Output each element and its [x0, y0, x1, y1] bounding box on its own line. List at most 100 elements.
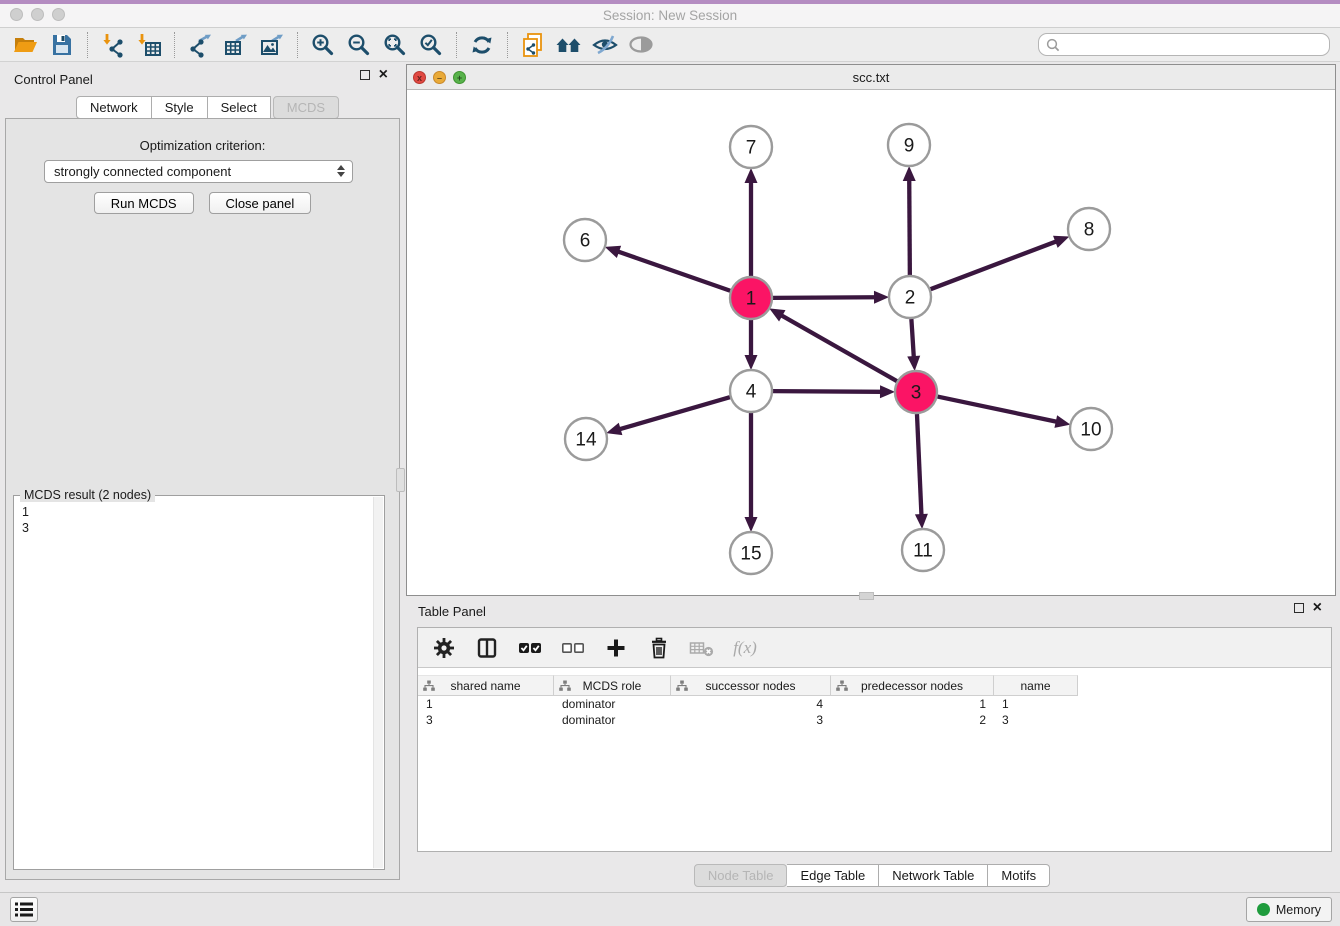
- control-panel-title: Control Panel: [14, 72, 93, 87]
- checked-boxes-icon: [518, 637, 542, 659]
- zoom-fit-button[interactable]: [377, 30, 413, 60]
- table-tab-node-table[interactable]: Node Table: [694, 864, 788, 887]
- import-network-button[interactable]: [95, 30, 131, 60]
- search-box: [1038, 33, 1330, 56]
- graph-edge-3-11[interactable]: [917, 414, 921, 515]
- column-settings-gear-button[interactable]: [430, 634, 458, 662]
- close-table-panel-icon[interactable]: ×: [1313, 603, 1322, 613]
- task-history-button[interactable]: [10, 897, 38, 922]
- table-header-row: shared nameMCDS rolesuccessor nodesprede…: [418, 675, 1078, 696]
- show-columns-button[interactable]: [473, 634, 501, 662]
- tab-network[interactable]: Network: [76, 96, 152, 119]
- zoom-in-icon: [310, 32, 336, 58]
- table-tab-motifs[interactable]: Motifs: [988, 864, 1050, 887]
- table-cell[interactable]: 3: [994, 712, 1078, 728]
- deselect-all-rows-button[interactable]: [559, 634, 587, 662]
- clone-network-button[interactable]: [515, 30, 551, 60]
- criterion-value: strongly connected component: [54, 164, 231, 179]
- column-header-name[interactable]: name: [994, 675, 1078, 696]
- application-window: Session: New Session: [0, 0, 1340, 926]
- home-layout-button[interactable]: [551, 30, 587, 60]
- table-cell[interactable]: 4: [671, 696, 831, 712]
- show-graphics-details-button[interactable]: [623, 30, 659, 60]
- table-cell[interactable]: 1: [994, 696, 1078, 712]
- refresh-icon: [469, 32, 495, 58]
- graph-edge-4-14[interactable]: [620, 397, 730, 429]
- table-tab-edge-table[interactable]: Edge Table: [787, 864, 879, 887]
- mcds-result-title: MCDS result (2 nodes): [20, 488, 155, 502]
- vertical-splitter-handle[interactable]: [396, 468, 405, 492]
- attribute-tree-icon: [423, 680, 435, 692]
- run-mcds-button[interactable]: Run MCDS: [94, 192, 194, 214]
- zoom-out-button[interactable]: [341, 30, 377, 60]
- table-cell[interactable]: dominator: [554, 696, 671, 712]
- graph-edge-2-3[interactable]: [911, 319, 913, 357]
- result-scrollbar[interactable]: [373, 497, 383, 868]
- mcds-result-line: 1: [22, 504, 376, 520]
- column-header-predecessor-nodes[interactable]: predecessor nodes: [831, 675, 994, 696]
- table-row[interactable]: 1dominator411: [418, 696, 1078, 712]
- export-image-icon: [259, 32, 285, 58]
- network-window: x – + scc.txt 1234678910111415: [406, 64, 1336, 596]
- memory-button[interactable]: Memory: [1246, 897, 1332, 922]
- toolbar-separator: [87, 32, 88, 58]
- window-titlebar: Session: New Session: [0, 4, 1340, 28]
- graph-edge-1-6[interactable]: [618, 252, 730, 291]
- add-row-button[interactable]: [602, 634, 630, 662]
- column-header-mcds-role[interactable]: MCDS role: [554, 675, 671, 696]
- float-table-panel-icon[interactable]: [1294, 603, 1304, 613]
- column-header-shared-name[interactable]: shared name: [418, 675, 554, 696]
- tab-mcds[interactable]: MCDS: [273, 96, 339, 119]
- zoom-selected-button[interactable]: [413, 30, 449, 60]
- zoom-in-button[interactable]: [305, 30, 341, 60]
- graph-edge-2-9[interactable]: [909, 180, 910, 275]
- table-cell[interactable]: 3: [671, 712, 831, 728]
- graph-edge-3-10[interactable]: [938, 397, 1057, 422]
- table-row[interactable]: 3dominator323: [418, 712, 1078, 728]
- list-icon: [15, 902, 33, 917]
- function-builder-button[interactable]: f(x): [731, 634, 759, 662]
- export-table-button[interactable]: [218, 30, 254, 60]
- graph-node-label-3: 3: [911, 383, 922, 404]
- table-cell[interactable]: 1: [831, 696, 994, 712]
- import-table-button[interactable]: [131, 30, 167, 60]
- delete-table-button[interactable]: [688, 634, 716, 662]
- close-panel-icon[interactable]: ×: [379, 70, 388, 80]
- close-panel-button[interactable]: Close panel: [209, 192, 312, 214]
- table-cell[interactable]: 1: [418, 696, 554, 712]
- plus-icon: [605, 637, 627, 659]
- open-session-button[interactable]: [8, 30, 44, 60]
- save-session-button[interactable]: [44, 30, 80, 60]
- graph-edge-4-3[interactable]: [773, 391, 881, 392]
- tab-style[interactable]: Style: [152, 96, 208, 119]
- mcds-result-box: MCDS result (2 nodes) 13: [13, 495, 385, 870]
- table-cell[interactable]: 2: [831, 712, 994, 728]
- tab-select[interactable]: Select: [208, 96, 271, 119]
- graph-edge-1-2[interactable]: [773, 297, 875, 298]
- criterion-select[interactable]: strongly connected component: [44, 160, 353, 183]
- graph-node-label-6: 6: [580, 231, 591, 252]
- optimization-criterion-label: Optimization criterion:: [6, 138, 399, 153]
- search-input[interactable]: [1061, 35, 1329, 54]
- first-neighbors-button[interactable]: [464, 30, 500, 60]
- graph-edge-3-1[interactable]: [781, 315, 896, 381]
- table-cell[interactable]: 3: [418, 712, 554, 728]
- control-panel: Control Panel × NetworkStyleSelectMCDS O…: [0, 62, 406, 882]
- network-window-titlebar: x – + scc.txt: [407, 65, 1335, 90]
- table-tabs: Node TableEdge TableNetwork TableMotifs: [406, 864, 1336, 887]
- mcds-panel: Optimization criterion: strongly connect…: [5, 118, 400, 880]
- table-tab-network-table[interactable]: Network Table: [879, 864, 988, 887]
- export-image-button[interactable]: [254, 30, 290, 60]
- toolbar-separator: [297, 32, 298, 58]
- hide-panels-button[interactable]: [587, 30, 623, 60]
- delete-row-button[interactable]: [645, 634, 673, 662]
- select-all-rows-button[interactable]: [516, 634, 544, 662]
- export-network-button[interactable]: [182, 30, 218, 60]
- export-network-icon: [187, 32, 213, 58]
- float-panel-icon[interactable]: [360, 70, 370, 80]
- mcds-result-line: 3: [22, 520, 376, 536]
- graph-edge-2-8[interactable]: [931, 241, 1057, 289]
- table-cell[interactable]: dominator: [554, 712, 671, 728]
- column-header-successor-nodes[interactable]: successor nodes: [671, 675, 831, 696]
- network-graph[interactable]: 1234678910111415: [407, 90, 1335, 595]
